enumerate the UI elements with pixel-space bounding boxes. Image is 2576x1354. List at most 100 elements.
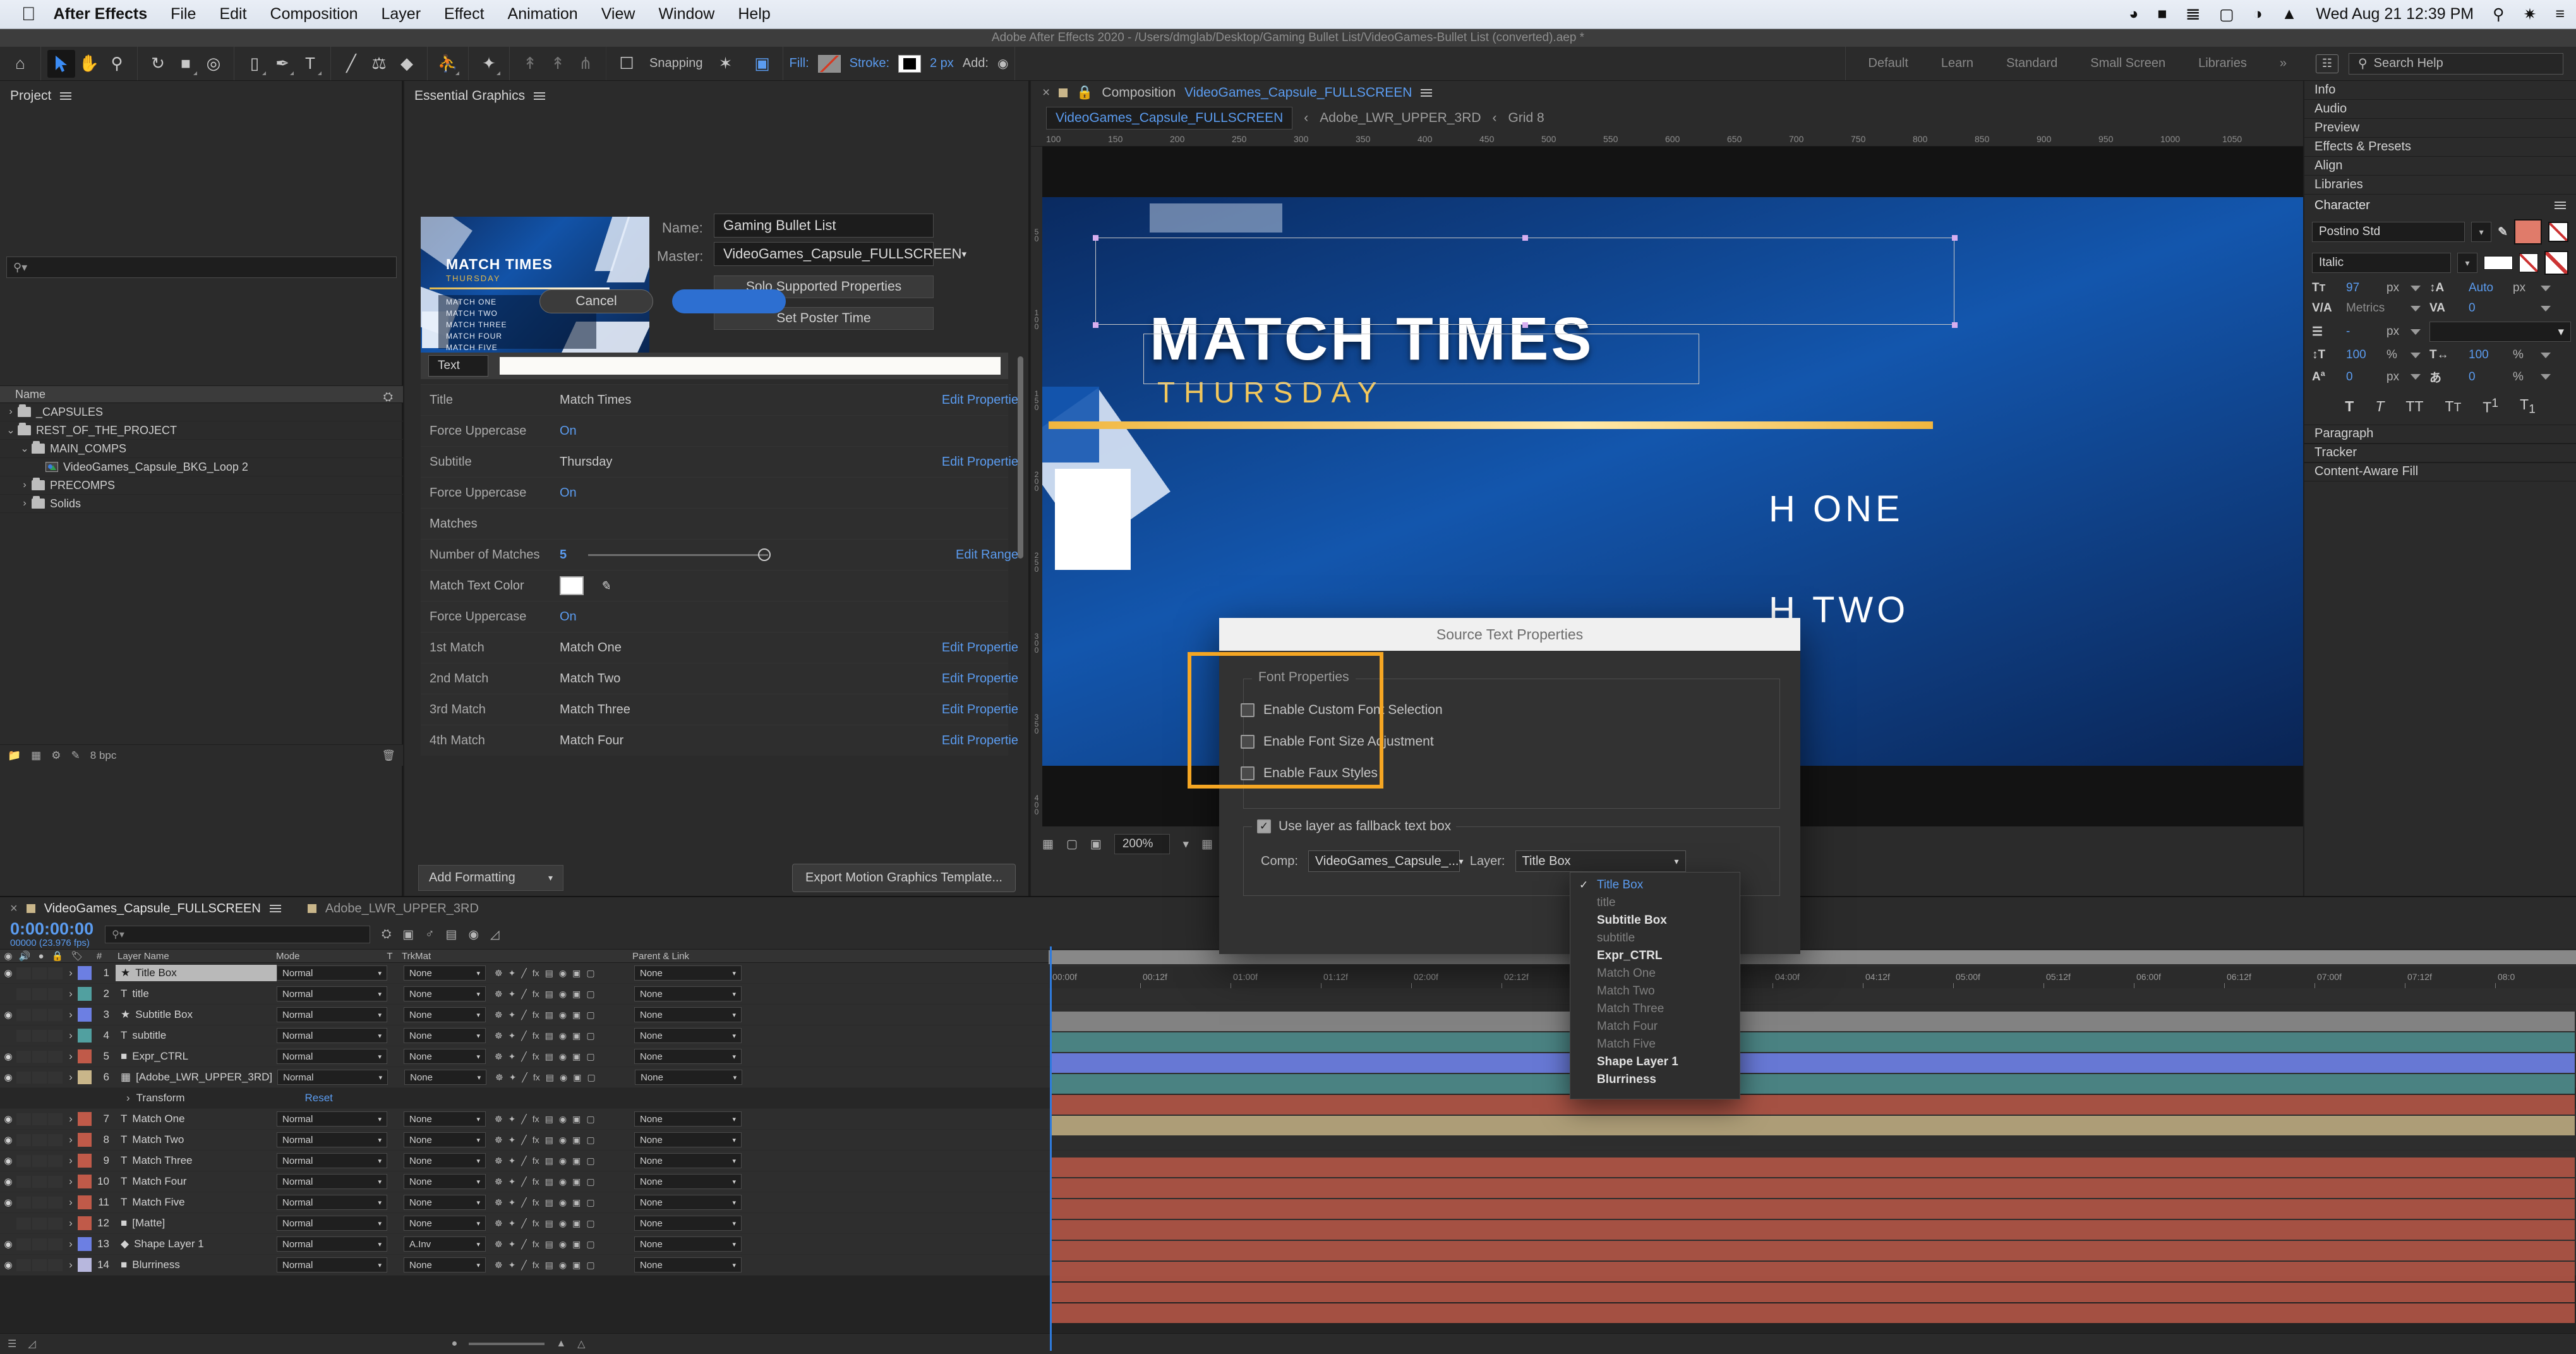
adjustment-icon[interactable]: ▣ bbox=[572, 1031, 581, 1041]
eyedropper-icon[interactable]: ✎ bbox=[71, 749, 80, 762]
threed-icon[interactable]: ▢ bbox=[586, 968, 594, 979]
blend-mode-select[interactable]: Normal ▾ bbox=[277, 1111, 387, 1127]
twirl-icon[interactable]: ⌄ bbox=[18, 442, 32, 455]
rotate-icon[interactable]: ↻ bbox=[144, 50, 172, 78]
chevron-down-icon[interactable] bbox=[2541, 374, 2551, 380]
project-settings-icon[interactable]: ⚙ bbox=[51, 749, 61, 762]
project-bpc[interactable]: 8 bpc bbox=[90, 749, 117, 762]
adjustment-icon[interactable]: ▣ bbox=[572, 1197, 581, 1208]
align-anchor-icon[interactable]: ↟ bbox=[516, 50, 544, 78]
parent-link-select[interactable]: None ▾ bbox=[634, 1153, 742, 1168]
reset-link[interactable]: Reset bbox=[305, 1092, 333, 1104]
twirl-icon[interactable]: › bbox=[64, 1113, 78, 1125]
eg-row-action[interactable]: Edit Propertie bbox=[942, 734, 1018, 748]
quality-icon[interactable]: ╱ bbox=[521, 968, 526, 979]
pen-icon[interactable]: ✒ bbox=[268, 50, 296, 78]
twirl-icon[interactable]: › bbox=[64, 1196, 78, 1209]
lock-toggle[interactable] bbox=[48, 1133, 63, 1146]
checkbox[interactable]: ✓ bbox=[1257, 819, 1271, 833]
twirl-icon[interactable]: › bbox=[18, 498, 32, 509]
collapse-icon[interactable]: ✦ bbox=[509, 1010, 516, 1020]
adjustment-icon[interactable]: ▣ bbox=[572, 989, 581, 1000]
home-icon[interactable]: ⌂ bbox=[6, 50, 34, 78]
column-number[interactable]: # bbox=[88, 951, 110, 962]
adjustment-icon[interactable]: ▣ bbox=[572, 1176, 581, 1187]
audio-toggle[interactable] bbox=[16, 1071, 31, 1084]
quality-icon[interactable]: ╱ bbox=[521, 1176, 526, 1187]
menu-item-file[interactable]: File bbox=[171, 5, 196, 23]
layer-name-cell[interactable]: T Match Five bbox=[116, 1194, 277, 1211]
text-icon[interactable]: T bbox=[296, 50, 324, 78]
label-color-swatch[interactable] bbox=[78, 1258, 92, 1272]
collapse-icon[interactable]: ✦ bbox=[509, 1260, 516, 1271]
layer-name-cell[interactable]: Tsubtitle bbox=[116, 1027, 277, 1044]
draft-3d-icon[interactable]: ▣ bbox=[402, 928, 414, 942]
threed-icon[interactable]: ▢ bbox=[586, 1218, 594, 1229]
threed-icon[interactable]: ▢ bbox=[586, 1260, 594, 1271]
parent-link-select[interactable]: None ▾ bbox=[634, 1216, 742, 1231]
timeline-layer-bar[interactable] bbox=[1050, 1032, 2575, 1052]
stroke-width[interactable]: 2 px bbox=[930, 56, 954, 71]
label-color-swatch[interactable] bbox=[78, 1008, 92, 1022]
workspace-small-screen[interactable]: Small Screen bbox=[2074, 56, 2182, 71]
shy-icon[interactable]: ☸ bbox=[495, 989, 503, 1000]
audio-toggle[interactable] bbox=[16, 1029, 31, 1042]
align-skew-icon[interactable]: ⋔ bbox=[572, 50, 599, 78]
timeline-zoom-out-icon[interactable]: ● bbox=[452, 1338, 458, 1350]
parent-link-select[interactable]: None ▾ bbox=[634, 1195, 742, 1210]
shy-icon[interactable]: ☸ bbox=[495, 1239, 503, 1250]
transform-label[interactable]: Transform bbox=[130, 1092, 185, 1104]
track-matte-select[interactable]: A.Inv ▾ bbox=[404, 1236, 486, 1252]
eg-text-white-field[interactable] bbox=[499, 357, 1001, 375]
menu-item[interactable]: Subtitle Box bbox=[1570, 912, 1740, 929]
bluetooth-icon[interactable]: 𝌆 bbox=[2186, 5, 2200, 24]
timeline-layer-bar[interactable] bbox=[1050, 1074, 2575, 1094]
eg-row-action[interactable]: Edit Propertie bbox=[942, 672, 1018, 686]
selection-handle[interactable] bbox=[1093, 235, 1098, 241]
effects-icon[interactable]: fx bbox=[533, 1260, 539, 1270]
right-tab-tracker[interactable]: Tracker bbox=[2304, 443, 2576, 462]
right-tab-effects-presets[interactable]: Effects & Presets bbox=[2304, 138, 2576, 157]
twirl-icon[interactable]: › bbox=[18, 480, 32, 491]
motion-blur-icon[interactable]: ◉ bbox=[559, 1031, 567, 1041]
eg-row-value[interactable]: On bbox=[560, 610, 768, 624]
twirl-icon[interactable]: › bbox=[64, 967, 78, 979]
solo-toggle[interactable] bbox=[32, 1196, 47, 1209]
audio-toggle[interactable] bbox=[16, 1154, 31, 1167]
twirl-icon[interactable]: › bbox=[64, 1050, 78, 1063]
collapse-icon[interactable]: ✦ bbox=[509, 968, 516, 979]
selection-arrow-icon[interactable] bbox=[47, 49, 75, 78]
quality-icon[interactable]: ╱ bbox=[521, 1239, 526, 1250]
timeline-layer-bar[interactable] bbox=[1050, 1116, 2575, 1135]
italic-icon[interactable]: T bbox=[2375, 398, 2384, 415]
tracking-value[interactable]: 0 bbox=[2469, 301, 2510, 315]
shy-icon[interactable]: ☸ bbox=[495, 1072, 503, 1083]
effects-icon[interactable]: fx bbox=[533, 989, 539, 999]
adjustment-icon[interactable]: ▣ bbox=[572, 1239, 581, 1250]
quality-icon[interactable]: ╱ bbox=[521, 1197, 526, 1208]
effects-icon[interactable]: fx bbox=[533, 1176, 539, 1187]
all-caps-icon[interactable]: TT bbox=[2405, 398, 2423, 415]
shy-icon[interactable]: ☸ bbox=[495, 1051, 503, 1062]
adjustment-icon[interactable]: ▣ bbox=[572, 968, 581, 979]
track-matte-select[interactable]: None ▾ bbox=[404, 1028, 486, 1043]
parent-link-select[interactable]: None ▾ bbox=[634, 1111, 742, 1127]
eg-text-chip[interactable]: Text bbox=[428, 355, 488, 377]
puppet-pin-icon[interactable]: ✦ bbox=[475, 50, 503, 78]
frame-blend-icon[interactable]: ▤ bbox=[545, 989, 553, 1000]
track-matte-select[interactable]: None ▾ bbox=[404, 1049, 486, 1064]
shy-icon[interactable]: ☸ bbox=[495, 1260, 503, 1271]
quality-icon[interactable]: ╱ bbox=[521, 989, 526, 1000]
snap-anchor-icon[interactable]: ✶ bbox=[712, 50, 740, 78]
menu-item-composition[interactable]: Composition bbox=[270, 5, 358, 23]
track-matte-select[interactable]: None ▾ bbox=[404, 1216, 486, 1231]
snap-bounds-icon[interactable]: ▣ bbox=[749, 50, 776, 78]
eg-row-value[interactable]: Match Two bbox=[560, 672, 768, 686]
eg-row-value[interactable]: Match One bbox=[560, 641, 768, 655]
eg-row-value[interactable]: Match Times bbox=[560, 393, 768, 408]
timeline-layer-bar[interactable] bbox=[1050, 1053, 2575, 1073]
menu-clock[interactable]: Wed Aug 21 12:39 PM bbox=[2316, 5, 2474, 23]
motion-blur-icon[interactable]: ◉ bbox=[559, 1239, 567, 1250]
threed-icon[interactable]: ▢ bbox=[586, 1010, 594, 1020]
timeline-fit-icon[interactable]: △ bbox=[577, 1338, 585, 1350]
